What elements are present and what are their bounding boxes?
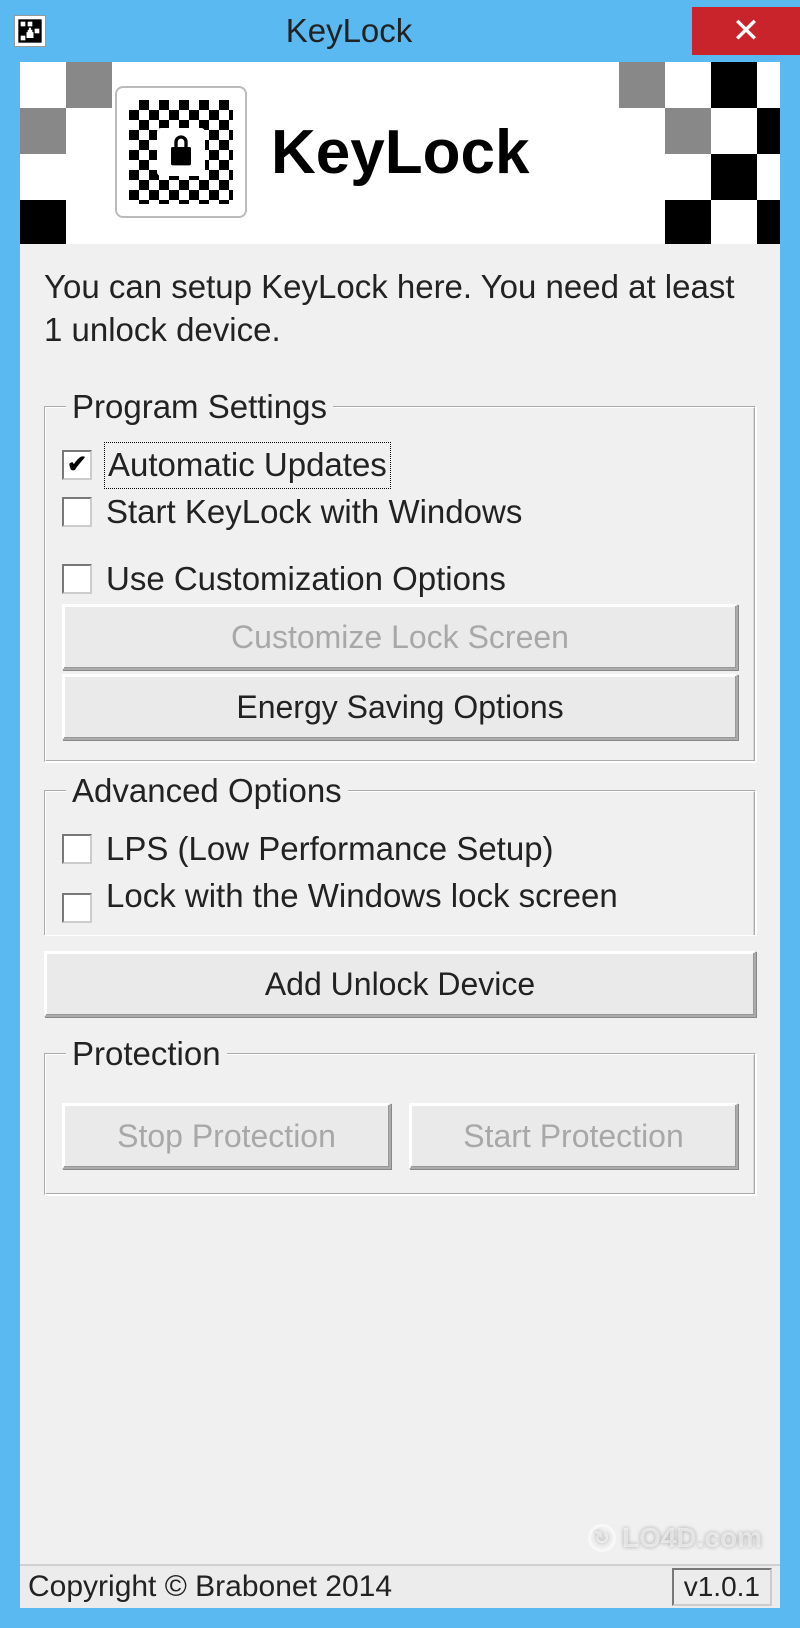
content-area: You can setup KeyLock here. You need at … bbox=[20, 244, 780, 1564]
app-window: KeyLock ✕ KeyLoc bbox=[0, 0, 800, 1628]
program-settings-group: Program Settings Automatic Updates Start… bbox=[44, 388, 756, 763]
copyright-text: Copyright © Brabonet 2014 bbox=[28, 1570, 672, 1604]
checker-decoration-left bbox=[20, 62, 112, 244]
banner: KeyLock bbox=[20, 62, 780, 244]
close-button[interactable]: ✕ bbox=[692, 7, 800, 55]
start-with-windows-checkbox[interactable] bbox=[62, 497, 92, 527]
window-title: KeyLock bbox=[6, 12, 692, 50]
stop-protection-button: Stop Protection bbox=[62, 1103, 391, 1169]
status-bar: Copyright © Brabonet 2014 v1.0.1 bbox=[20, 1564, 780, 1608]
protection-legend: Protection bbox=[66, 1035, 227, 1073]
version-label: v1.0.1 bbox=[672, 1568, 772, 1606]
watermark: ↻ LO4D.com bbox=[588, 1522, 762, 1554]
use-customization-label[interactable]: Use Customization Options bbox=[106, 558, 506, 601]
app-body: KeyLock You can setup KeyLock here. You … bbox=[20, 62, 780, 1608]
protection-group: Protection Stop Protection Start Protect… bbox=[44, 1035, 756, 1195]
banner-logo-icon bbox=[115, 86, 247, 218]
lps-checkbox[interactable] bbox=[62, 834, 92, 864]
watermark-icon: ↻ bbox=[588, 1524, 616, 1552]
auto-updates-checkbox[interactable] bbox=[62, 450, 92, 480]
advanced-options-group: Advanced Options LPS (Low Performance Se… bbox=[44, 772, 756, 935]
add-unlock-device-button[interactable]: Add Unlock Device bbox=[44, 951, 756, 1017]
titlebar: KeyLock ✕ bbox=[0, 0, 800, 62]
start-protection-button: Start Protection bbox=[409, 1103, 738, 1169]
customize-lock-screen-button: Customize Lock Screen bbox=[62, 604, 738, 670]
lock-windows-label[interactable]: Lock with the Windows lock screen bbox=[106, 875, 618, 918]
lock-windows-checkbox[interactable] bbox=[62, 893, 92, 923]
program-settings-legend: Program Settings bbox=[66, 388, 333, 426]
start-with-windows-label[interactable]: Start KeyLock with Windows bbox=[106, 491, 522, 534]
energy-saving-button[interactable]: Energy Saving Options bbox=[62, 674, 738, 740]
banner-title: KeyLock bbox=[271, 117, 529, 188]
checker-decoration-right bbox=[619, 62, 780, 244]
intro-text: You can setup KeyLock here. You need at … bbox=[44, 266, 756, 352]
lps-label[interactable]: LPS (Low Performance Setup) bbox=[106, 828, 554, 871]
close-icon: ✕ bbox=[732, 11, 761, 51]
advanced-options-legend: Advanced Options bbox=[66, 772, 348, 810]
auto-updates-label[interactable]: Automatic Updates bbox=[106, 444, 389, 487]
use-customization-checkbox[interactable] bbox=[62, 564, 92, 594]
